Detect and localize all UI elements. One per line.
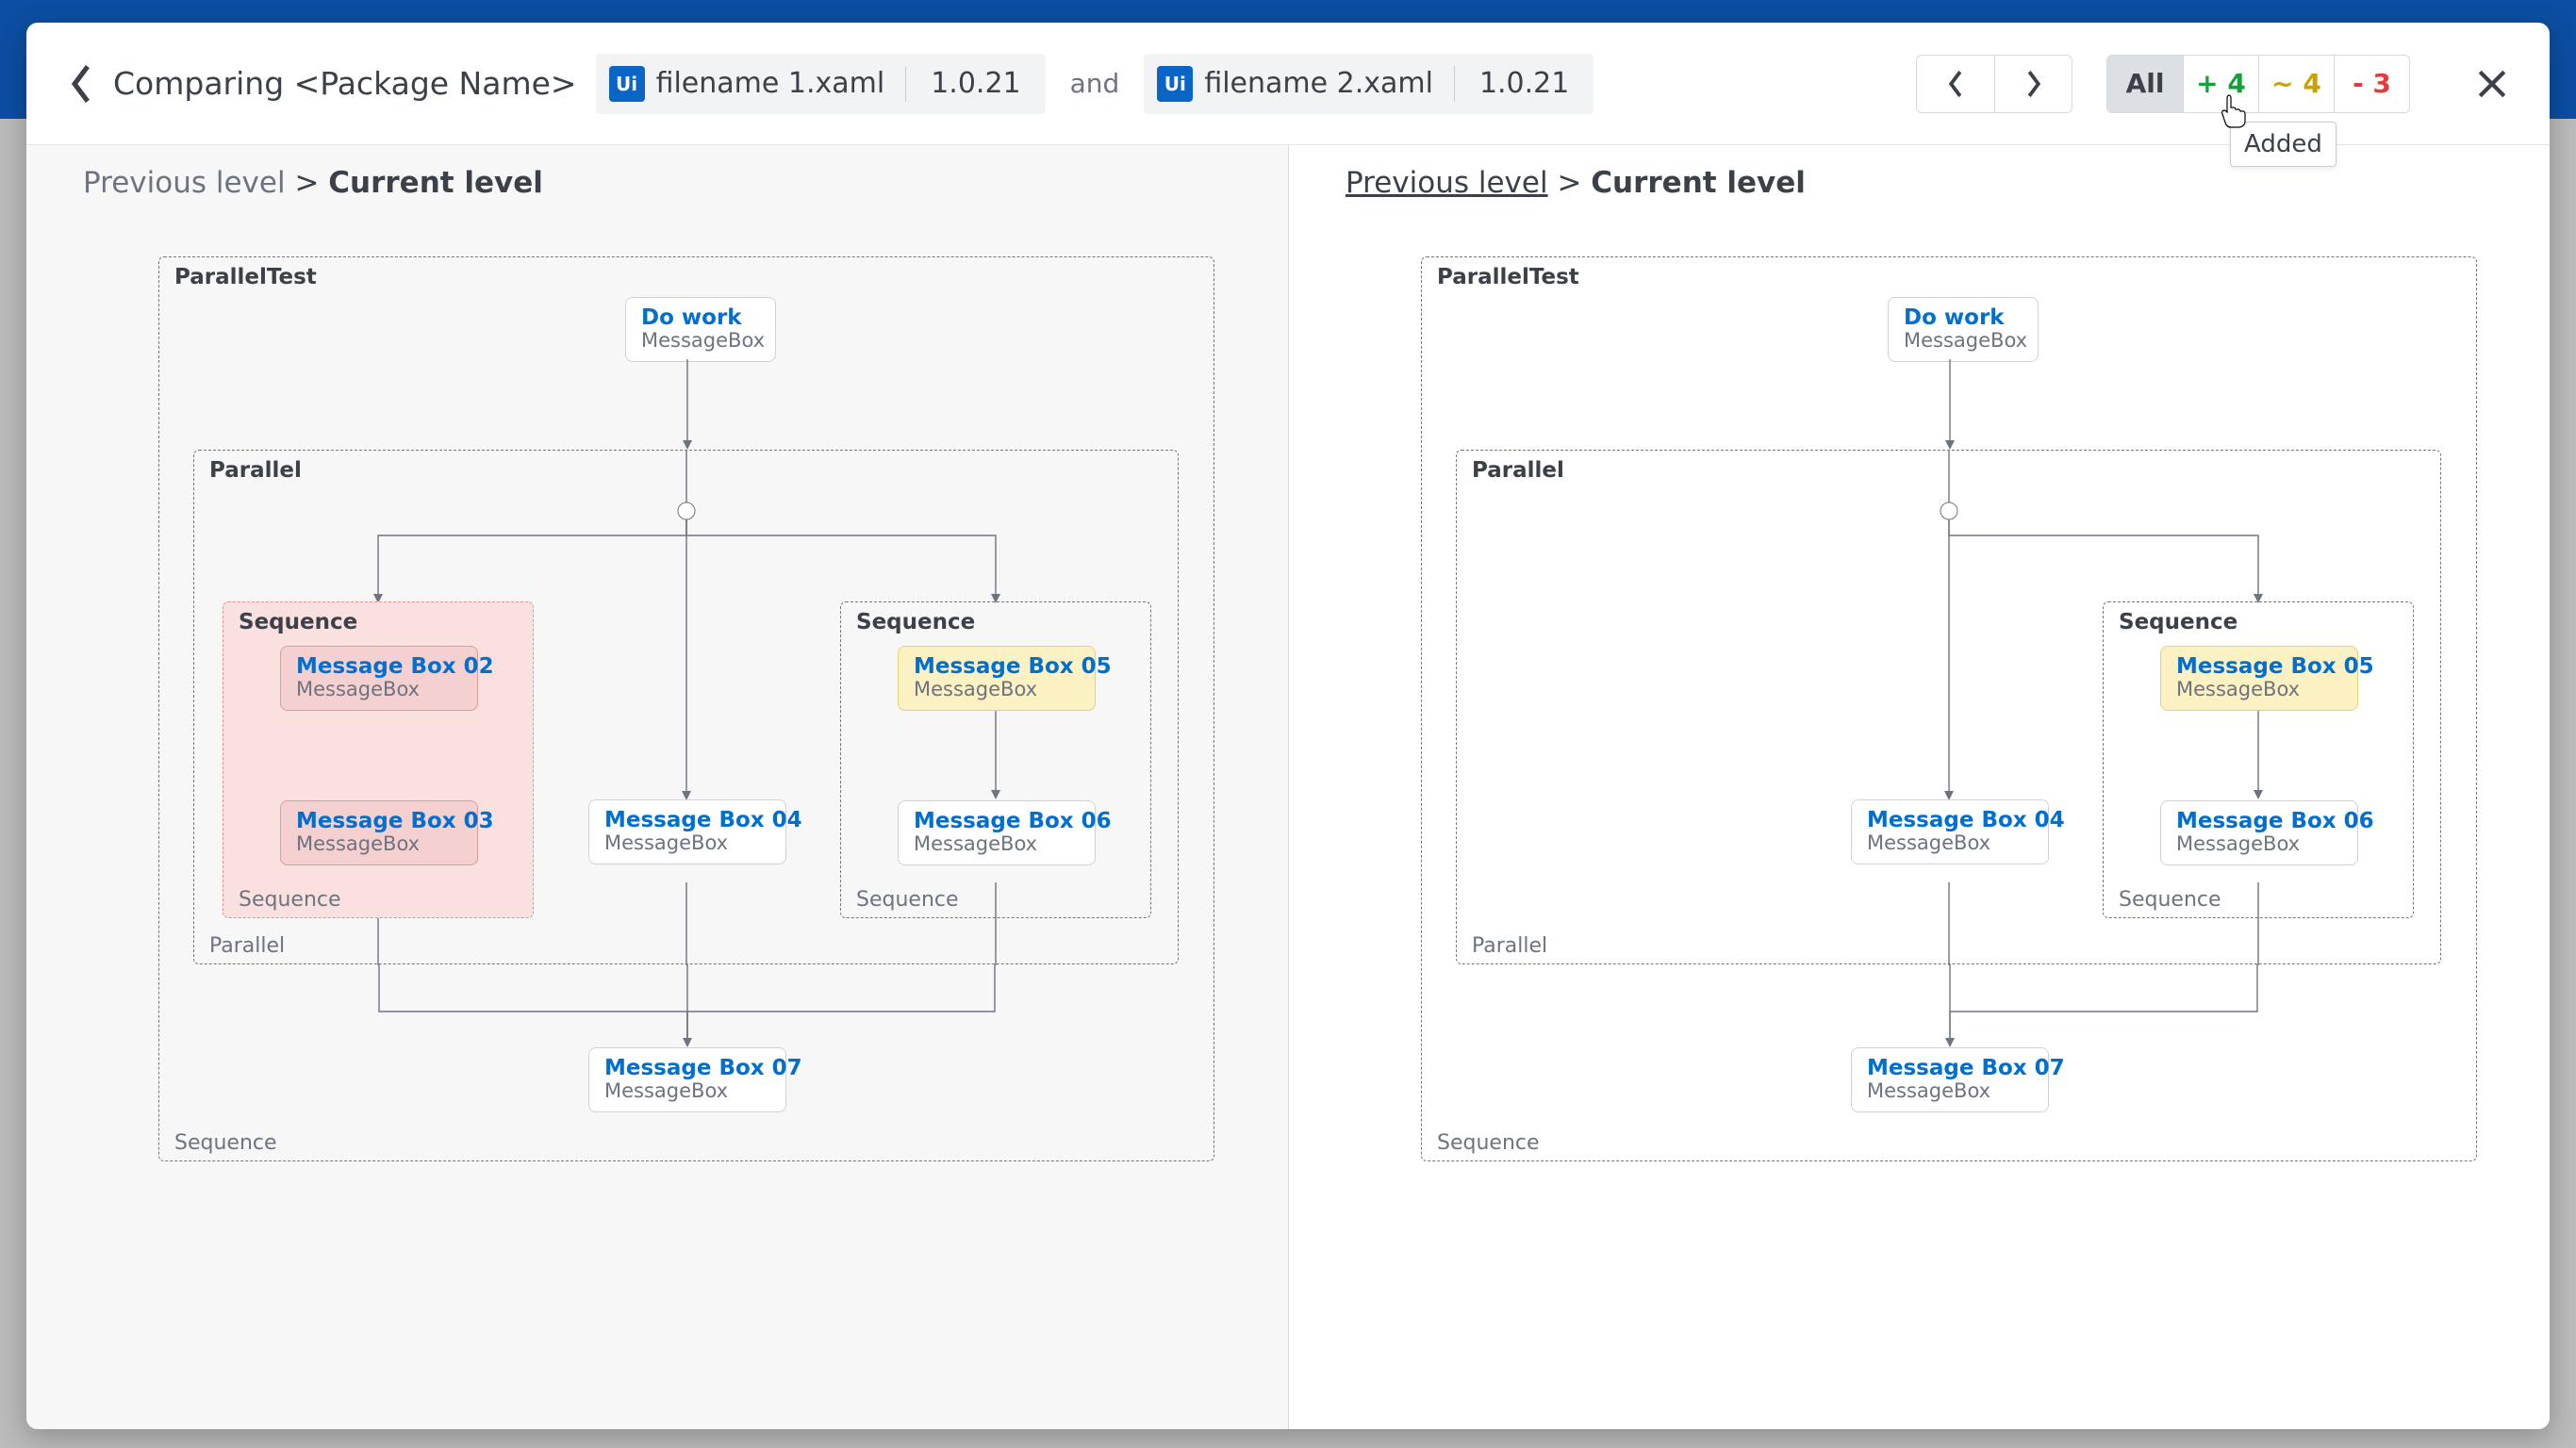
file-version-right: 1.0.21 (1455, 67, 1593, 100)
activity-mb04[interactable]: Message Box 04 MessageBox (588, 799, 786, 864)
right-pane: Previous level > Current level ParallelT… (1288, 145, 2550, 1429)
container-parallel[interactable]: Parallel Parallel (1456, 450, 2441, 964)
sequence-removed[interactable]: Sequence Sequence Message Box 02 Message… (223, 601, 534, 918)
parallel-bottom-label: Parallel (1472, 934, 1547, 958)
activity-mb06[interactable]: Message Box 06 MessageBox (898, 800, 1096, 865)
activity-mb04[interactable]: Message Box 04 MessageBox (1851, 799, 2049, 864)
filter-group: All + 4 ~ 4 - 3 (2106, 55, 2410, 113)
current-level-label: Current level (328, 166, 543, 200)
activity-mb03[interactable]: Message Box 03 MessageBox (280, 800, 478, 865)
activity-mb07[interactable]: Message Box 07 MessageBox (588, 1047, 786, 1112)
file-version-left: 1.0.21 (906, 67, 1045, 100)
next-diff-button[interactable] (1994, 56, 2072, 112)
breadcrumb: Previous level > Current level (1346, 166, 2493, 200)
nav-group (1916, 55, 2072, 113)
activity-mb05[interactable]: Message Box 05 MessageBox (898, 646, 1096, 711)
pointer-cursor-icon (2220, 93, 2248, 129)
sequence-right[interactable]: Sequence Sequence Message Box 05 Message… (840, 601, 1151, 918)
file-chip-right: Ui filename 2.xaml 1.0.21 (1144, 54, 1593, 114)
sequence-bottom-label: Sequence (856, 888, 959, 912)
ui-icon: Ui (1157, 66, 1193, 102)
parallel-bottom-label: Parallel (209, 934, 285, 958)
container-bottom-label: Sequence (174, 1131, 277, 1155)
file-chip-left: Ui filename 1.xaml 1.0.21 (596, 54, 1046, 114)
sequence-bottom-label: Sequence (239, 888, 341, 912)
activity-do-work[interactable]: Do work MessageBox (1888, 297, 2039, 362)
activity-do-work[interactable]: Do work MessageBox (625, 297, 776, 362)
back-icon[interactable] (68, 62, 94, 106)
activity-mb07[interactable]: Message Box 07 MessageBox (1851, 1047, 2049, 1112)
container-label: ParallelTest (174, 265, 317, 289)
container-paralleltest[interactable]: ParallelTest Sequence Do work MessageBox… (1421, 256, 2477, 1161)
left-pane: Previous level > Current level ParallelT… (26, 145, 1288, 1429)
previous-level-link[interactable]: Previous level (1346, 166, 1548, 200)
previous-level-link[interactable]: Previous level (83, 166, 286, 200)
sequence-label: Sequence (239, 610, 357, 634)
compare-body: Previous level > Current level ParallelT… (26, 145, 2550, 1429)
container-bottom-label: Sequence (1437, 1131, 1540, 1155)
compare-title: Comparing <Package Name> (113, 65, 577, 102)
close-icon[interactable] (2476, 68, 2508, 100)
file-name-right: filename 2.xaml (1204, 67, 1454, 100)
ui-icon: Ui (609, 66, 645, 102)
current-level-label: Current level (1591, 166, 1806, 200)
container-label: ParallelTest (1437, 265, 1579, 289)
file-name-left: filename 1.xaml (656, 67, 906, 100)
sequence-label: Sequence (856, 610, 975, 634)
compare-header: Comparing <Package Name> Ui filename 1.x… (26, 23, 2550, 145)
filter-removed-button[interactable]: - 3 (2334, 56, 2409, 112)
parallel-label: Parallel (1472, 458, 1564, 483)
activity-mb05[interactable]: Message Box 05 MessageBox (2160, 646, 2358, 711)
filter-modified-button[interactable]: ~ 4 (2258, 56, 2334, 112)
sequence-bottom-label: Sequence (2119, 888, 2221, 912)
and-label: and (1070, 68, 1120, 99)
prev-diff-button[interactable] (1917, 56, 1994, 112)
sequence-right[interactable]: Sequence Sequence Message Box 05 Message… (2103, 601, 2414, 918)
filter-all-button[interactable]: All (2107, 56, 2183, 112)
container-paralleltest[interactable]: ParallelTest Sequence Do work MessageBox… (158, 256, 1214, 1161)
container-parallel[interactable]: Parallel Parallel (193, 450, 1179, 964)
parallel-label: Parallel (209, 458, 302, 483)
activity-mb06[interactable]: Message Box 06 MessageBox (2160, 800, 2358, 865)
activity-mb02[interactable]: Message Box 02 MessageBox (280, 646, 478, 711)
compare-modal: Comparing <Package Name> Ui filename 1.x… (26, 23, 2550, 1429)
sequence-label: Sequence (2119, 610, 2237, 634)
breadcrumb: Previous level > Current level (83, 166, 1231, 200)
